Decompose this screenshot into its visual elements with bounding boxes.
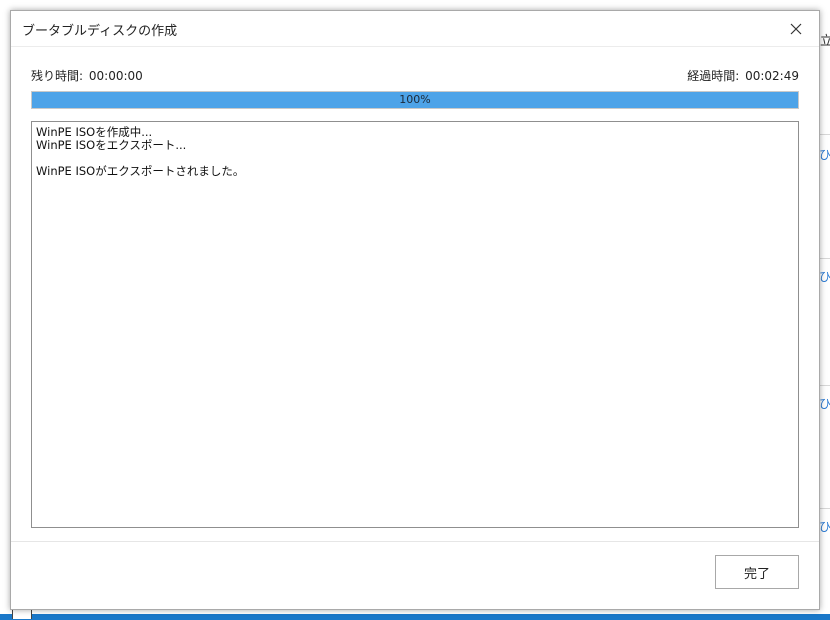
- log-output-box[interactable]: WinPE ISOを作成中... WinPE ISOをエクスポート... WinPE…: [31, 121, 799, 528]
- taskbar-app-icon[interactable]: [12, 609, 32, 619]
- background-link-fragment[interactable]: ひ: [819, 268, 830, 285]
- done-button[interactable]: 完了: [715, 555, 799, 589]
- create-bootable-disk-dialog: ブータブルディスクの作成 残り時間: 00:00:00 経過時間: 00:02:…: [10, 10, 820, 610]
- elapsed-time-value: 00:02:49: [745, 69, 799, 83]
- background-link-fragment[interactable]: ひ: [819, 518, 830, 535]
- log-line: WinPE ISOがエクスポートされました。: [36, 164, 245, 178]
- close-icon: [790, 23, 802, 35]
- remaining-time-value: 00:00:00: [88, 69, 143, 83]
- background-text-fragment: 立: [820, 34, 830, 49]
- time-status-row: 残り時間: 00:00:00 経過時間: 00:02:49: [31, 67, 799, 85]
- progress-bar: 100%: [31, 91, 799, 109]
- taskbar: [0, 614, 830, 620]
- progress-percent-text: 100%: [399, 93, 431, 106]
- elapsed-time-label: 経過時間:: [687, 69, 740, 83]
- remaining-time-label: 残り時間:: [31, 69, 84, 83]
- background-link-fragment[interactable]: ひ: [819, 395, 830, 412]
- footer-divider: [11, 541, 819, 542]
- remaining-time: 残り時間: 00:00:00: [31, 67, 143, 84]
- dialog-title: ブータブルディスクの作成: [22, 24, 178, 39]
- background-link-fragment[interactable]: ひ: [819, 146, 830, 163]
- log-line: WinPE ISOをエクスポート...: [36, 138, 187, 152]
- elapsed-time: 経過時間: 00:02:49: [687, 67, 799, 84]
- close-button[interactable]: [773, 11, 819, 46]
- dialog-titlebar[interactable]: ブータブルディスクの作成: [11, 11, 819, 47]
